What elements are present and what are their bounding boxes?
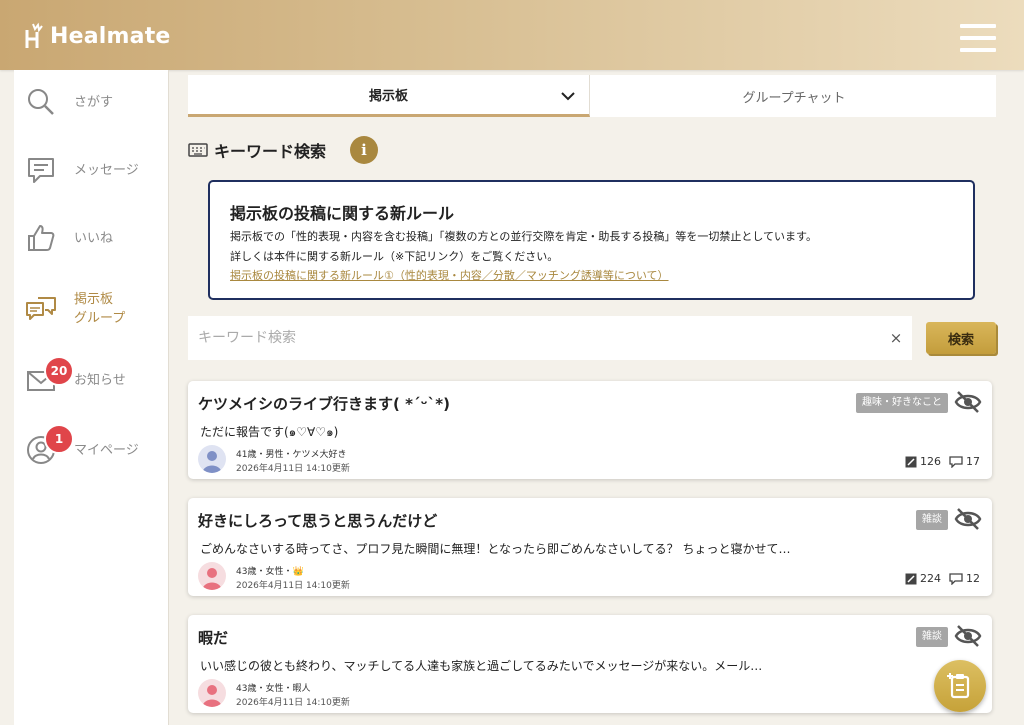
tab-board[interactable]: 掲示板 [188,75,590,117]
mypage-badge: 1 [44,424,74,454]
post-comment-count: 17 [966,455,980,468]
post-card[interactable]: 暇だ 雑談 いい感じの彼とも終わり、マッチしてる人達も家族と過ごしてるみたいでメ… [188,615,992,713]
tab-group-chat-label: グループチャット [742,90,846,106]
board-tabs: 掲示板 グループチャット [188,75,996,117]
board-icon [26,297,56,320]
comment-icon [949,455,963,468]
avatar [198,562,226,590]
sidebar-item-label: メッセージ [74,162,139,178]
app-logo[interactable]: Healmate [24,20,171,52]
hide-post-icon[interactable] [954,506,982,532]
menu-bar [960,36,996,40]
menu-bar [960,48,996,52]
post-category-badge: 趣味・好きなこと [856,393,948,413]
post-category-badge: 雑談 [916,627,948,647]
sidebar-item-label: いいね [74,230,114,246]
sidebar-item-label-2: グループ [74,311,126,326]
message-icon [28,158,54,183]
avatar [198,679,226,707]
app-header: Healmate [0,0,1024,70]
rules-notice: 掲示板の投稿に関する新ルール 掲示板での「性的表現・内容を含む投稿」「複数の方と… [208,180,975,300]
post-excerpt: ただに報告です(๑♡∀♡๑) [200,425,339,439]
avatar-female-icon [198,562,226,590]
post-card[interactable]: 好きにしろって思うと思うんだけど 雑談 ごめんなさいする時ってさ、プロフ見た瞬間… [188,498,992,596]
post-card[interactable]: ケツメイシのライブ行きます( *ˊᵕˋ*) 趣味・好きなこと ただに報告です(๑… [188,381,992,479]
post-author: 43歳・女性・暇人 [236,684,311,694]
post-stats: 126 17 [905,455,980,468]
sidebar-item-mypage[interactable]: 1 マイページ [14,422,168,478]
keyword-search-title: キーワード検索 [214,142,327,161]
post-excerpt: いい感じの彼とも終わり、マッチしてる人達も家族と過ごしてるみたいでメッセージが来… [200,659,763,673]
post-excerpt: ごめんなさいする時ってさ、プロフ見た瞬間に無理！となったら即ごめんなさいしてる？… [200,542,791,556]
clear-search-button[interactable]: × [886,328,906,348]
keyword-search-heading: キーワード検索 [188,138,326,162]
rules-text-2: 詳しくは本件に関する新ルール（※下記リンク）をご覧ください。 [230,250,559,263]
post-stats: 224 12 [905,572,980,585]
new-post-button[interactable] [934,660,986,712]
post-title: ケツメイシのライブ行きます( *ˊᵕˋ*) [198,395,450,413]
edit-count-icon [905,456,917,467]
hide-post-icon[interactable] [954,623,982,649]
app-name: Healmate [50,23,171,49]
sidebar-item-label: 掲示板 [74,292,114,307]
hamburger-menu-button[interactable] [960,24,996,56]
post-view-count: 126 [920,455,941,468]
sidebar-item-notifications[interactable]: 20 お知らせ [14,352,168,408]
avatar-male-icon [198,445,226,473]
search-button[interactable]: 検索 [926,322,996,354]
comment-icon [949,572,963,585]
rules-text-1: 掲示板での「性的表現・内容を含む投稿」「複数の方との並行交際を肯定・助長する投稿… [230,230,817,243]
post-author: 43歳・女性・👑 [236,567,304,577]
info-icon[interactable]: i [350,136,378,164]
sidebar-item-label: マイページ [74,442,139,458]
post-title: 好きにしろって思うと思うんだけど [198,512,438,530]
sidebar: さがす メッセージ いいね 掲示板 グループ 20 お知らせ 1 マイページ [14,70,169,725]
new-post-icon [947,673,970,699]
rules-title: 掲示板の投稿に関する新ルール [230,204,455,223]
post-updated: 2026年4月11日 14:10更新 [236,464,350,474]
sidebar-item-label: さがす [74,94,114,110]
chevron-down-icon[interactable] [559,87,577,105]
hide-post-icon[interactable] [954,389,982,415]
thumbs-up-icon [28,225,55,251]
search-icon [28,89,54,115]
sidebar-item-board-group[interactable]: 掲示板 グループ [14,282,168,338]
sidebar-item-search[interactable]: さがす [14,74,168,130]
post-comment-count: 12 [966,572,980,585]
post-author: 41歳・男性・ケツメ大好き [236,450,347,460]
post-view-count: 224 [920,572,941,585]
post-category-badge: 雑談 [916,510,948,530]
edit-count-icon [905,573,917,584]
sidebar-item-messages[interactable]: メッセージ [14,142,168,198]
menu-bar [960,24,996,28]
logo-mark-icon [25,22,43,48]
post-updated: 2026年4月11日 14:10更新 [236,698,350,708]
search-bar: × [188,316,912,360]
rules-link[interactable]: 掲示板の投稿に関する新ルール①（性的表現・内容／分散／マッチング誘導等について） [230,267,669,283]
notification-badge: 20 [44,356,74,386]
tab-board-label: 掲示板 [368,89,408,104]
keyboard-icon [188,143,208,157]
post-title: 暇だ [198,629,229,647]
avatar-female-icon [198,679,226,707]
sidebar-item-likes[interactable]: いいね [14,210,168,266]
avatar [198,445,226,473]
tab-group-chat[interactable]: グループチャット [592,75,996,117]
search-input[interactable] [188,316,878,360]
sidebar-item-label: お知らせ [74,372,126,388]
post-updated: 2026年4月11日 14:10更新 [236,581,350,591]
